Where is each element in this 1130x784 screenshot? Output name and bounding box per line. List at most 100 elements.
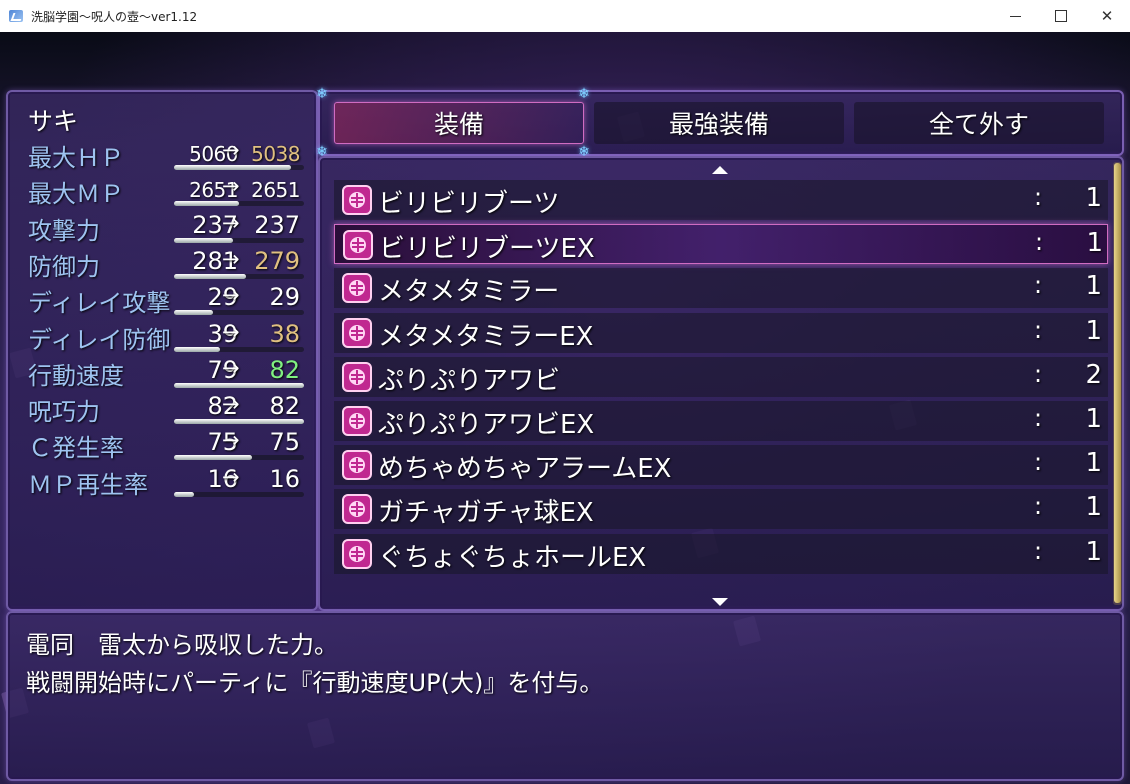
scrollbar-thumb[interactable] [1114, 163, 1121, 603]
brain-icon-glyph [349, 368, 365, 385]
stat-label: ディレイ防御 [28, 325, 171, 354]
maximize-button[interactable] [1038, 0, 1084, 32]
stat-row: 攻撃力 237 → 237 [28, 211, 318, 247]
corner-ornament-icon: ❄ [316, 86, 328, 102]
item-row[interactable]: ぐちょぐちょホールEX: 1 [334, 533, 1108, 574]
game-screen: サキ 最大ＨＰ 5060 → 5038 最大ＭＰ 2651 → 2651 攻撃力 237 → 237 防… [0, 32, 1130, 784]
item-count: 1 [1085, 492, 1102, 523]
actor-name: サキ [28, 107, 79, 136]
app-icon [9, 10, 23, 22]
stat-new-value: 75 [269, 428, 300, 457]
brain-icon [342, 185, 372, 215]
brain-icon-glyph [350, 237, 366, 254]
stat-new-value: 38 [269, 319, 300, 348]
stat-new-value: 5038 [251, 142, 300, 166]
equip-command-window: 装備 最強装備 全て外す ❄ ❄ ❄ ❄ [316, 86, 1124, 160]
item-separator: : [1035, 228, 1044, 257]
item-separator: : [1034, 183, 1043, 211]
optimize-command[interactable]: 最強装備 [594, 102, 844, 144]
corner-ornament-icon: ❄ [578, 86, 590, 102]
item-row[interactable]: ガチャガチャ球EX: 1 [334, 489, 1108, 530]
stat-row: ディレイ攻撃 29 → 29 [28, 283, 318, 319]
item-count: 1 [1085, 448, 1102, 479]
item-name: ガチャガチャ球EX [378, 498, 594, 529]
item-separator: : [1034, 315, 1043, 344]
help-text-line-1: 電同 雷太から吸収した力。 [26, 631, 338, 659]
scroll-up-arrow-icon[interactable] [712, 166, 728, 174]
brain-icon-glyph [349, 280, 365, 297]
stat-label: Ｃ発生率 [28, 434, 124, 463]
close-button[interactable]: ✕ [1084, 0, 1130, 32]
equip-command[interactable]: 装備 [334, 102, 584, 144]
item-count: 1 [1085, 315, 1102, 346]
clear-command[interactable]: 全て外す [854, 102, 1104, 144]
item-name: ぷりぷりアワビEX [378, 410, 595, 440]
status-window: サキ 最大ＨＰ 5060 → 5038 最大ＭＰ 2651 → 2651 攻撃力 237 → 237 防… [6, 90, 318, 611]
help-text-line-2: 戦闘開始時にパーティに『行動速度UP(大)』を付与。 [26, 669, 604, 697]
stat-row: 防御力 281 → 279 [28, 247, 318, 283]
scroll-down-arrow-icon[interactable] [712, 598, 728, 606]
brain-icon-glyph [349, 545, 365, 562]
stat-label: 行動速度 [28, 361, 124, 390]
brain-icon [342, 273, 372, 304]
brain-icon [342, 494, 372, 525]
brain-icon [342, 538, 372, 569]
item-list-window: ビリビリブーツ: 1 ビリビリブーツEX: 1 メタメタミラー: 1 メタメタミラーEX: 1… [318, 156, 1124, 611]
minimize-button[interactable] [992, 0, 1038, 32]
item-row[interactable]: ビリビリブーツEX: 1 [334, 224, 1108, 265]
item-row[interactable]: メタメタミラー: 1 [334, 268, 1108, 309]
brain-icon-glyph [349, 501, 365, 518]
stat-new-value: 237 [254, 210, 300, 239]
brain-icon [342, 450, 372, 481]
item-row[interactable]: ぷりぷりアワビEX: 1 [334, 401, 1108, 441]
item-separator: : [1034, 448, 1043, 477]
maximize-icon [1055, 10, 1067, 22]
stat-label: ディレイ攻撃 [28, 289, 171, 318]
item-separator: : [1034, 536, 1043, 565]
stat-row: Ｃ発生率 75 → 75 [28, 428, 318, 464]
item-count: 1 [1085, 271, 1102, 302]
item-count: 2 [1085, 359, 1102, 390]
item-count: 1 [1085, 404, 1102, 434]
item-separator: : [1034, 359, 1043, 388]
item-count: 1 [1085, 536, 1102, 567]
stat-row: ＭＰ再生率 16 → 16 [28, 465, 318, 501]
stat-new-value: 279 [254, 246, 300, 275]
item-name: めちゃめちゃアラームEX [378, 454, 672, 485]
item-separator: : [1034, 404, 1043, 432]
item-separator: : [1034, 492, 1043, 521]
stat-new-value: 29 [269, 283, 300, 312]
stat-label: ＭＰ再生率 [28, 470, 148, 499]
close-icon: ✕ [1100, 7, 1114, 25]
help-window: 電同 雷太から吸収した力。 戦闘開始時にパーティに『行動速度UP(大)』を付与。 [6, 611, 1124, 781]
item-count: 1 [1086, 228, 1103, 259]
item-row[interactable]: ビリビリブーツ: 1 [334, 180, 1108, 220]
item-name: ぷりぷりアワビ [378, 365, 561, 396]
brain-icon [343, 230, 373, 261]
stat-label: 呪巧力 [28, 398, 100, 427]
stat-row: 行動速度 79 → 82 [28, 356, 318, 392]
item-row[interactable]: ぷりぷりアワビ: 2 [334, 356, 1108, 397]
brain-icon-glyph [349, 457, 365, 474]
stat-row: ディレイ防御 39 → 38 [28, 320, 318, 356]
minimize-icon [1009, 15, 1021, 17]
window-titlebar: 洗脳学園～呪人の壺～ver1.12 ✕ [0, 0, 1130, 33]
stat-new-value: 82 [269, 392, 300, 421]
scrollbar[interactable] [1113, 162, 1122, 605]
stat-label: 最大ＭＰ [28, 180, 124, 209]
stat-new-value: 2651 [251, 178, 300, 203]
brain-icon [342, 317, 372, 348]
brain-icon-glyph [349, 192, 365, 208]
item-name: メタメタミラー [378, 277, 560, 308]
stat-new-value: 16 [269, 464, 300, 493]
item-row[interactable]: めちゃめちゃアラームEX: 1 [334, 445, 1108, 486]
brain-icon [342, 361, 372, 392]
item-count: 1 [1085, 183, 1102, 213]
item-row[interactable]: メタメタミラーEX: 1 [334, 312, 1108, 353]
stat-row: 最大ＭＰ 2651 → 2651 [28, 174, 318, 210]
item-separator: : [1034, 271, 1043, 300]
stat-label: 防御力 [28, 252, 100, 281]
stat-row: 最大ＨＰ 5060 → 5038 [28, 138, 318, 174]
stat-label: 攻撃力 [28, 216, 100, 245]
stat-label: 最大ＨＰ [28, 144, 124, 172]
